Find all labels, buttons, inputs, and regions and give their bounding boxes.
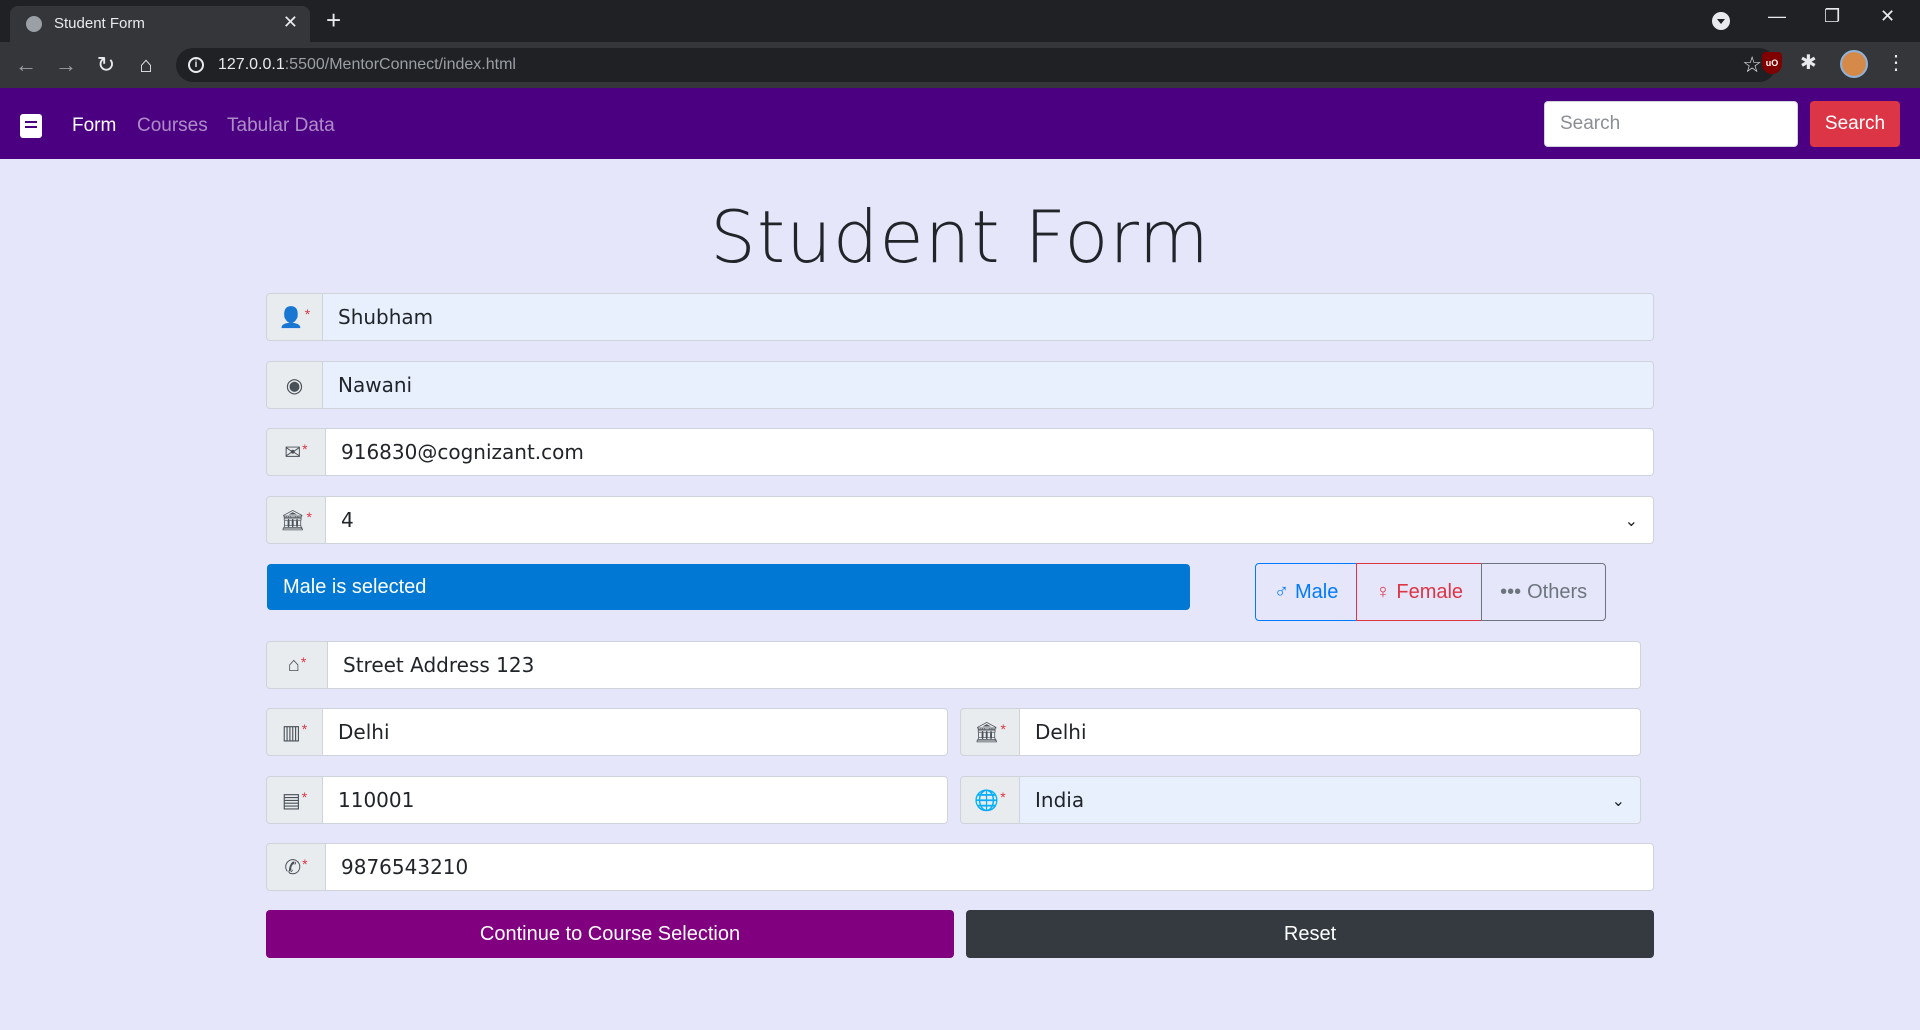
extensions-icon[interactable]: ✱ [1800, 50, 1817, 75]
pincode-field[interactable]: 110001 [323, 776, 948, 824]
reload-icon[interactable]: ↻ [92, 51, 120, 79]
year-addon: 🏛 * [266, 496, 326, 544]
venus-icon: ♀ [1375, 580, 1391, 603]
nav-link-tabular-data[interactable]: Tabular Data [227, 115, 335, 137]
site-navbar: Form Courses Tabular Data Search [0, 88, 1920, 159]
mars-icon: ♂ [1274, 580, 1289, 603]
pincode-addon: ▤ * [266, 776, 323, 824]
gender-alert: Male is selected [267, 564, 1190, 610]
browser-tab[interactable]: Student Form ✕ [10, 6, 310, 42]
gender-button-group: ♂ Male ♀ Female ••• Others [1255, 563, 1607, 621]
user-circle-icon: ◉ [285, 374, 304, 397]
minimize-icon[interactable]: — [1768, 6, 1786, 27]
city-field[interactable]: Delhi [323, 708, 948, 756]
country-group: 🌐 * India ⌄ [960, 776, 1641, 824]
browser-toolbar: ← → ↻ ⌂ i 127.0.0.1:5500/MentorConnect/i… [0, 42, 1920, 88]
ublock-extension-icon[interactable]: uO [1762, 52, 1782, 74]
phone-group: ✆ * 9876543210 [266, 843, 1654, 891]
phone-field[interactable]: 9876543210 [326, 843, 1654, 891]
user-plus-icon: 👤 [278, 306, 304, 329]
state-group: 🏛 * Delhi [960, 708, 1641, 756]
address-field[interactable]: Street Address 123 [328, 641, 1641, 689]
university-icon: 🏛 [280, 509, 306, 532]
new-tab-icon[interactable]: + [326, 6, 341, 34]
page-title: Student Form [710, 195, 1210, 279]
last-name-group: ◉ Nawani [266, 361, 1654, 409]
chevron-down-icon: ⌄ [1611, 790, 1625, 810]
email-group: ✉ * 916830@cognizant.com [266, 428, 1654, 476]
reset-button[interactable]: Reset [966, 910, 1654, 958]
search-button[interactable]: Search [1810, 101, 1900, 147]
year-select[interactable]: 4 ⌄ [326, 496, 1654, 544]
last-name-field[interactable]: Nawani [323, 361, 1654, 409]
landmark-icon: 🏛 [974, 721, 1000, 744]
address-group: ⌂ * Street Address 123 [266, 641, 1641, 689]
phone-icon: ✆ [284, 856, 302, 879]
profile-avatar[interactable] [1840, 50, 1868, 78]
nav-link-form[interactable]: Form [72, 115, 116, 137]
email-field[interactable]: 916830@cognizant.com [326, 428, 1654, 476]
phone-addon: ✆ * [266, 843, 326, 891]
home-icon: ⌂ [287, 653, 300, 676]
close-tab-icon[interactable]: ✕ [283, 12, 298, 33]
nav-link-courses[interactable]: Courses [137, 115, 208, 137]
forward-icon[interactable]: → [52, 51, 80, 79]
close-window-icon[interactable]: ✕ [1880, 6, 1895, 27]
search-input[interactable] [1544, 101, 1798, 147]
state-field[interactable]: Delhi [1020, 708, 1641, 756]
back-icon[interactable]: ← [12, 51, 40, 79]
globe-icon: 🌐 [974, 789, 1000, 812]
male-button[interactable]: ♂ Male [1255, 563, 1358, 621]
country-addon: 🌐 * [960, 776, 1020, 824]
restore-icon[interactable]: ❐ [1824, 6, 1840, 27]
state-addon: 🏛 * [960, 708, 1020, 756]
browser-tabbar: Student Form ✕ + — ❐ ✕ [0, 0, 1920, 42]
chevron-down-icon: ⌄ [1624, 510, 1638, 530]
continue-button[interactable]: Continue to Course Selection [266, 910, 954, 958]
country-value: India [1035, 788, 1085, 812]
tab-title: Student Form [54, 15, 145, 32]
address-bar[interactable]: i 127.0.0.1:5500/MentorConnect/index.htm… [176, 48, 1776, 82]
building-icon: ▥ [281, 721, 301, 744]
female-button[interactable]: ♀ Female [1356, 563, 1483, 621]
home-icon[interactable]: ⌂ [132, 51, 160, 79]
first-name-field[interactable]: Shubham [323, 293, 1654, 341]
pincode-group: ▤ * 110001 [266, 776, 948, 824]
last-name-addon: ◉ [266, 361, 323, 409]
bookmark-star-icon[interactable]: ☆ [1742, 52, 1762, 78]
tab-search-icon[interactable] [1712, 12, 1730, 30]
ellipsis-icon: ••• [1500, 580, 1522, 603]
site-info-icon[interactable]: i [188, 57, 204, 73]
city-group: ▥ * Delhi [266, 708, 948, 756]
globe-icon [26, 16, 42, 32]
city-addon: ▥ * [266, 708, 323, 756]
year-group: 🏛 * 4 ⌄ [266, 496, 1654, 544]
address-addon: ⌂ * [266, 641, 328, 689]
email-addon: ✉ * [266, 428, 326, 476]
country-select[interactable]: India ⌄ [1020, 776, 1641, 824]
mailbox-icon: ▤ [281, 789, 301, 812]
others-button[interactable]: ••• Others [1481, 563, 1607, 621]
browser-menu-icon[interactable]: ⋮ [1886, 50, 1906, 75]
url-text: 127.0.0.1:5500/MentorConnect/index.html [218, 56, 516, 73]
first-name-addon: 👤 * [266, 293, 323, 341]
brand-book-icon[interactable] [20, 114, 42, 138]
envelope-icon: ✉ [284, 441, 302, 464]
year-value: 4 [341, 508, 354, 532]
first-name-group: 👤 * Shubham [266, 293, 1654, 341]
